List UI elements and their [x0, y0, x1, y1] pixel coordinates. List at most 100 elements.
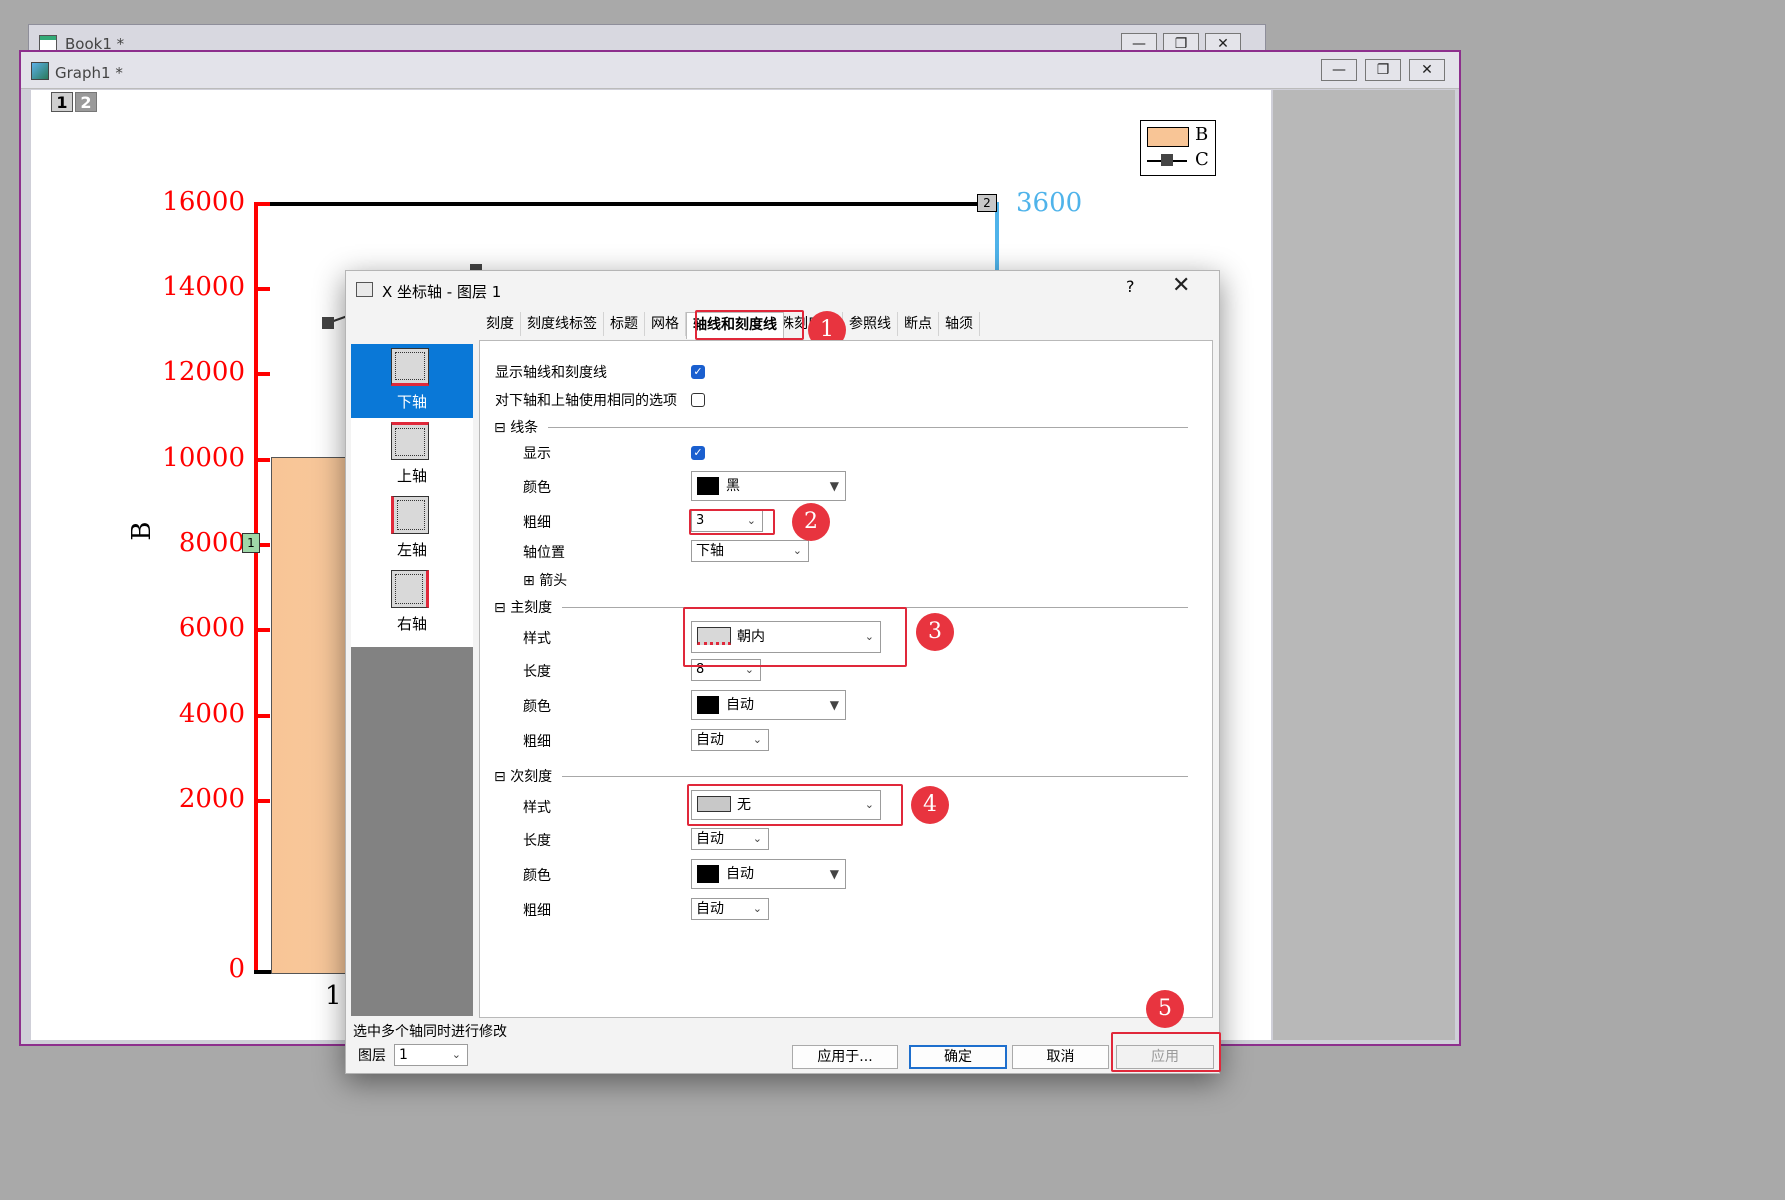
layer-dropdown[interactable]: 1 ⌄: [394, 1044, 468, 1066]
major-color-dropdown[interactable]: 自动 ▼: [691, 690, 846, 720]
minor-thickness-dropdown[interactable]: 自动 ⌄: [691, 898, 769, 920]
chevron-down-icon: ⌄: [451, 1048, 461, 1061]
top-axis-icon: [391, 422, 429, 460]
minor-section-header[interactable]: ⊟ 次刻度: [494, 766, 552, 786]
highlight-tab: [695, 310, 804, 340]
major-section-header[interactable]: ⊟ 主刻度: [494, 597, 552, 617]
major-style-label: 样式: [523, 631, 551, 647]
same-options-label: 对下轴和上轴使用相同的选项: [495, 393, 677, 409]
tab-scale[interactable]: 刻度: [480, 312, 521, 336]
major-thickness-value: 自动: [696, 732, 724, 748]
chevron-down-icon: ⌄: [752, 832, 762, 845]
major-color-value: 自动: [726, 697, 754, 713]
graph1-title: Graph1 *: [55, 64, 123, 82]
layer-1-marker[interactable]: 1: [242, 533, 260, 553]
bottom-axis-icon: [391, 348, 429, 386]
highlight-minor-style: [687, 784, 903, 826]
y-tick-label: 8000: [178, 528, 245, 558]
line-thickness-label: 粗细: [523, 515, 551, 531]
cancel-button[interactable]: 取消: [1012, 1045, 1109, 1069]
minor-color-value: 自动: [726, 866, 754, 882]
axis-item-top[interactable]: 上轴: [351, 418, 473, 492]
ok-button[interactable]: 确定: [909, 1045, 1007, 1069]
x-tick-label: 1: [325, 981, 342, 1011]
axis-item-right[interactable]: 右轴: [351, 566, 473, 640]
tab-grid[interactable]: 网格: [645, 312, 686, 336]
chevron-down-icon: ⌄: [752, 902, 762, 915]
chevron-down-icon: ⌄: [792, 544, 802, 557]
divider: [562, 776, 1188, 777]
left-axis[interactable]: [254, 202, 258, 974]
tab-reference-lines[interactable]: 参照线: [843, 312, 898, 336]
major-thickness-label: 粗细: [523, 734, 551, 750]
major-length-label: 长度: [523, 664, 551, 680]
maximize-button[interactable]: ❐: [1365, 59, 1401, 81]
y-axis-title[interactable]: B: [127, 511, 157, 551]
tab-tick-labels[interactable]: 刻度线标签: [521, 312, 604, 336]
minor-thickness-value: 自动: [696, 901, 724, 917]
tab-rug[interactable]: 轴须: [939, 312, 980, 336]
minor-color-dropdown[interactable]: 自动 ▼: [691, 859, 846, 889]
apply-to-button[interactable]: 应用于...: [792, 1045, 898, 1069]
x-axis-dialog: X 坐标轴 - 图层 1 ? ✕ 刻度 刻度线标签 标题 网格 轴线和刻度线 特…: [345, 270, 1220, 1074]
major-color-label: 颜色: [523, 699, 551, 715]
legend-label-b: B: [1195, 124, 1209, 145]
y-tick-label: 10000: [162, 443, 245, 473]
dialog-close-button[interactable]: ✕: [1172, 273, 1190, 298]
annotation-badge-3: 3: [916, 613, 954, 651]
minor-length-label: 长度: [523, 833, 551, 849]
legend[interactable]: B C: [1140, 120, 1216, 176]
minor-length-value: 自动: [696, 831, 724, 847]
major-thickness-dropdown[interactable]: 自动 ⌄: [691, 729, 769, 751]
left-tick: [258, 714, 270, 718]
tab-breaks[interactable]: 断点: [898, 312, 939, 336]
legend-bar-swatch: [1147, 127, 1189, 147]
axis-selector-list: 下轴 上轴 左轴 右轴: [351, 344, 473, 647]
axis-item-label: 右轴: [396, 615, 427, 633]
y-tick-label: 6000: [178, 613, 245, 643]
layer-tab-2[interactable]: 2: [75, 92, 97, 112]
hint-text: 选中多个轴同时进行修改: [353, 1024, 507, 1040]
worksheet-icon: [39, 35, 57, 51]
line-section-header[interactable]: ⊟ 线条: [494, 417, 538, 437]
close-button[interactable]: ✕: [1409, 59, 1445, 81]
axis-item-label: 左轴: [396, 541, 427, 559]
top-axis[interactable]: [254, 202, 989, 206]
axis-item-left[interactable]: 左轴: [351, 492, 473, 566]
left-tick: [258, 458, 270, 462]
minor-color-label: 颜色: [523, 868, 551, 884]
help-button[interactable]: ?: [1126, 277, 1135, 296]
y-right-tick-label: 3600: [1016, 188, 1083, 218]
highlight-major-style: [683, 607, 907, 667]
axis-item-label: 上轴: [396, 467, 427, 485]
minimize-button[interactable]: —: [1321, 59, 1357, 81]
major-section-title: 主刻度: [510, 600, 553, 616]
legend-square-marker: [1161, 154, 1173, 166]
y-tick-label: 4000: [178, 699, 245, 729]
line-and-ticks-panel: 显示轴线和刻度线 ✓ 对下轴和上轴使用相同的选项 ⊟ 线条 显示 ✓ 颜色 黑 …: [479, 340, 1213, 1018]
line-color-value: 黑: [726, 478, 740, 494]
layer-tab-1[interactable]: 1: [51, 92, 73, 112]
layer-2-marker[interactable]: 2: [977, 194, 997, 212]
axis-item-bottom[interactable]: 下轴: [351, 344, 473, 418]
minor-length-dropdown[interactable]: 自动 ⌄: [691, 828, 769, 850]
axis-selector-panel: 下轴 上轴 左轴 右轴: [351, 344, 473, 1016]
left-tick: [258, 799, 270, 803]
axis-position-label: 轴位置: [523, 545, 565, 561]
annotation-badge-5: 5: [1146, 990, 1184, 1028]
axis-position-dropdown[interactable]: 下轴 ⌄: [691, 540, 809, 562]
divider: [548, 427, 1188, 428]
graph1-titlebar[interactable]: Graph1 * — ❐ ✕: [21, 52, 1459, 89]
same-options-checkbox[interactable]: [691, 393, 705, 407]
axis-item-label: 下轴: [396, 393, 427, 411]
tab-title[interactable]: 标题: [604, 312, 645, 336]
line-show-checkbox[interactable]: ✓: [691, 446, 705, 460]
y-tick-label: 14000: [162, 272, 245, 302]
minor-section-title: 次刻度: [510, 769, 553, 785]
line-color-label: 颜色: [523, 480, 551, 496]
y-tick-label: 2000: [178, 784, 245, 814]
show-axis-ticks-checkbox[interactable]: ✓: [691, 365, 705, 379]
arrow-expander[interactable]: ⊞ 箭头: [523, 570, 567, 590]
line-color-dropdown[interactable]: 黑 ▼: [691, 471, 846, 501]
chevron-down-icon: ⌄: [752, 733, 762, 746]
